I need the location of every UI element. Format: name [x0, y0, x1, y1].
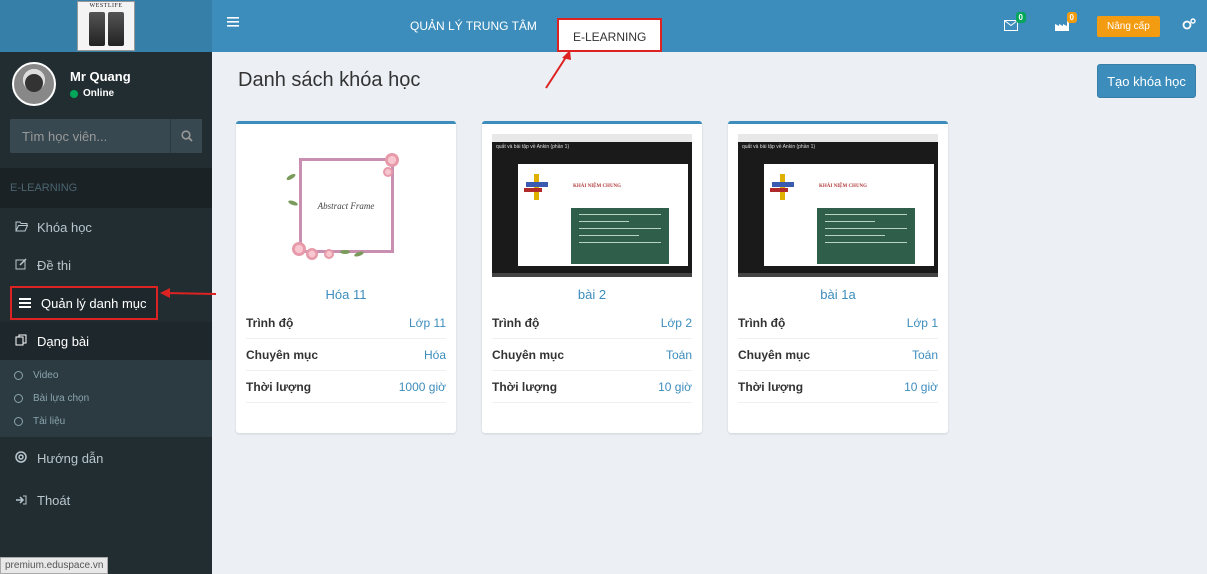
course-thumbnail[interactable]: quất và bài tập về Ankin (phần 1) KHÁI N… — [738, 134, 938, 277]
chalkboard — [817, 208, 915, 264]
logo-image: WESTLIFE — [77, 1, 135, 51]
list-icon — [16, 296, 34, 311]
page-title: Danh sách khóa học — [238, 69, 421, 91]
user-name: Mr Quang — [70, 69, 131, 84]
course-title[interactable]: Hóa 11 — [236, 287, 456, 307]
upgrade-button[interactable]: Nâng cấp — [1097, 16, 1160, 37]
search-input[interactable] — [10, 119, 170, 153]
sidebar-item-label: Hướng dẫn — [37, 450, 104, 466]
logo-area[interactable]: WESTLIFE — [0, 0, 212, 52]
course-title[interactable]: bài 2 — [482, 287, 702, 307]
info-row-duration: Thời lượng 10 giờ — [738, 371, 938, 403]
search-icon — [180, 130, 193, 142]
info-row-category: Chuyên mục Toán — [738, 339, 938, 371]
sidebar-item-huong-dan[interactable]: Hướng dẫn — [0, 439, 212, 477]
sidebar: WESTLIFE Mr Quang Online E-LEARNING Khóa… — [0, 0, 212, 574]
logo-text: WESTLIFE — [89, 3, 123, 9]
circle-icon — [14, 417, 23, 426]
sidebar-search — [10, 118, 202, 154]
sidebar-item-dang-bai[interactable]: Dạng bài — [0, 322, 212, 360]
sub-item-bai-lua-chon[interactable]: Bài lựa chọn — [0, 387, 212, 410]
factory-button[interactable]: 0 — [1055, 12, 1077, 34]
sidebar-item-thoat[interactable]: Thoát — [0, 481, 212, 519]
sidebar-item-de-thi[interactable]: Đề thi — [0, 246, 212, 284]
folder-open-icon — [12, 220, 30, 235]
sidebar-item-label: Thoát — [37, 492, 71, 508]
slide-title: KHÁI NIỆM CHUNG — [573, 184, 622, 189]
avatar — [12, 62, 56, 106]
course-card[interactable]: quất và bài tập về Ankin (phần 1) KHÁI N… — [728, 121, 948, 433]
create-course-button[interactable]: Tạo khóa học — [1097, 64, 1196, 98]
video-caption: quất và bài tập về Ankin (phần 1) — [496, 144, 570, 150]
status-url: premium.eduspace.vn — [0, 557, 109, 574]
info-row-duration: Thời lượng 10 giờ — [492, 371, 692, 403]
sidebar-item-label: Đề thi — [37, 257, 71, 273]
sub-menu: Video Bài lựa chọn Tài liệu — [0, 360, 212, 437]
life-ring-icon — [12, 450, 30, 466]
user-panel: Mr Quang Online — [0, 52, 212, 116]
sign-out-icon — [12, 493, 30, 508]
circle-icon — [14, 371, 23, 380]
slide-title: KHÁI NIỆM CHUNG — [819, 184, 868, 189]
info-row-category: Chuyên mục Toán — [492, 339, 692, 371]
video-caption: quất và bài tập về Ankin (phần 1) — [742, 144, 816, 150]
course-thumbnail[interactable]: Abstract Frame — [246, 134, 446, 277]
menu-section-header: E-LEARNING — [0, 168, 212, 208]
chalkboard — [571, 208, 669, 264]
video-slide: KHÁI NIỆM CHUNG — [764, 164, 934, 266]
nav-quan-ly-trung-tam[interactable]: QUẢN LÝ TRUNG TÂM — [410, 0, 537, 52]
hamburger-icon[interactable] — [227, 14, 239, 32]
online-dot-icon — [70, 89, 78, 98]
gears-icon[interactable] — [1182, 18, 1196, 33]
sidebar-item-label: Khóa học — [37, 219, 92, 235]
frame-image: Abstract Frame — [285, 153, 399, 260]
copy-icon — [12, 334, 30, 349]
info-row-level: Trình độ Lớp 2 — [492, 307, 692, 339]
edit-icon — [12, 257, 30, 273]
search-button[interactable] — [170, 119, 202, 153]
user-status: Online — [70, 88, 131, 99]
circle-icon — [14, 394, 23, 403]
info-row-category: Chuyên mục Hóa — [246, 339, 446, 371]
video-slide: KHÁI NIỆM CHUNG — [518, 164, 688, 266]
sidebar-item-khoa-hoc[interactable]: Khóa học — [0, 208, 212, 246]
sub-item-tai-lieu[interactable]: Tài liệu — [0, 410, 212, 433]
mail-button[interactable]: 0 — [1004, 12, 1026, 34]
nav-e-learning[interactable]: E-LEARNING — [557, 18, 663, 52]
info-row-level: Trình độ Lớp 1 — [738, 307, 938, 339]
sidebar-item-label: Dạng bài — [37, 333, 90, 349]
mail-badge: 0 — [1015, 12, 1026, 23]
top-navbar: QUẢN LÝ TRUNG TÂM E-LEARNING 0 0 Nâng cấ… — [212, 0, 1207, 52]
sub-item-video[interactable]: Video — [0, 364, 212, 387]
annotation-arrow-elearning — [545, 50, 571, 89]
info-row-duration: Thời lượng 1000 giờ — [246, 371, 446, 403]
course-title[interactable]: bài 1a — [728, 287, 948, 307]
sidebar-item-label: Quản lý danh mục — [41, 295, 147, 311]
sidebar-item-quan-ly-danh-muc[interactable]: Quản lý danh mục — [10, 286, 158, 320]
course-card[interactable]: quất và bài tập về Ankin (phần 1) KHÁI N… — [482, 121, 702, 433]
course-card[interactable]: Abstract Frame Hóa 11 Trình độ Lớp 11 Ch… — [236, 121, 456, 433]
factory-badge: 0 — [1066, 12, 1077, 23]
course-thumbnail[interactable]: quất và bài tập về Ankin (phần 1) KHÁI N… — [492, 134, 692, 277]
info-row-level: Trình độ Lớp 11 — [246, 307, 446, 339]
